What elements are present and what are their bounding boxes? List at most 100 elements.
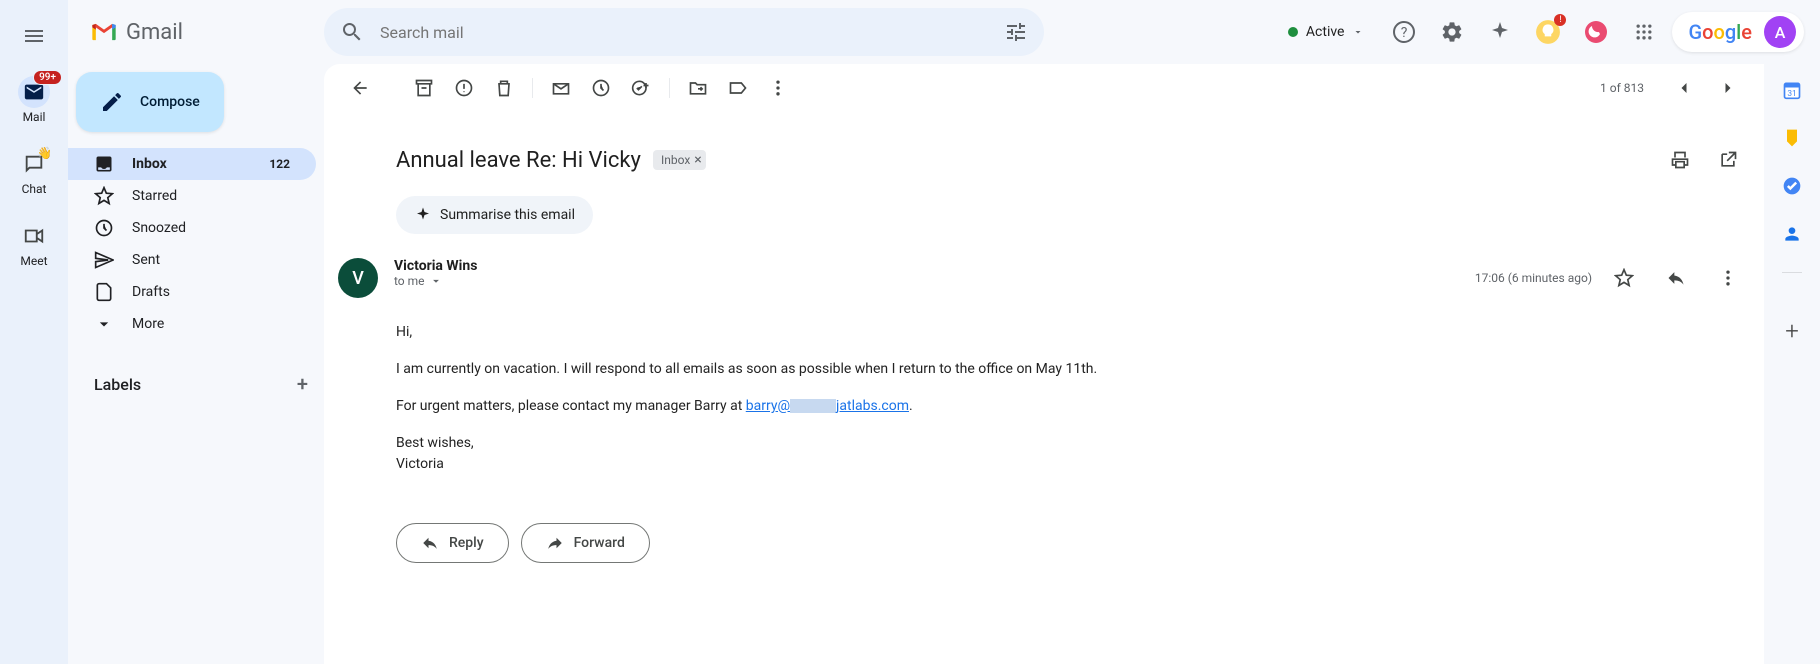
reply-label: Reply xyxy=(449,535,484,551)
forward-button[interactable]: Forward xyxy=(521,523,650,563)
svg-text:31: 31 xyxy=(1787,89,1796,99)
sender-avatar[interactable]: V xyxy=(338,258,378,298)
body-line2: For urgent matters, please contact my ma… xyxy=(396,396,1704,417)
popout-button[interactable] xyxy=(1708,140,1748,180)
gmail-logo-icon xyxy=(90,18,118,46)
summarise-label: Summarise this email xyxy=(440,207,575,223)
sidebar-label: Drafts xyxy=(132,284,170,300)
search-options-button[interactable] xyxy=(996,12,1036,52)
support-button[interactable]: ? xyxy=(1384,12,1424,52)
rail-meet[interactable]: Meet xyxy=(0,208,68,276)
add-label-button[interactable]: + xyxy=(297,372,308,396)
main-menu-button[interactable] xyxy=(10,12,58,60)
sender-row: V Victoria Wins to me 17:06 (6 minutes a… xyxy=(338,250,1764,306)
contacts-addon[interactable] xyxy=(1782,224,1802,244)
star-message-button[interactable] xyxy=(1604,258,1644,298)
report-icon xyxy=(454,78,474,98)
print-button[interactable] xyxy=(1660,140,1700,180)
logo-area[interactable]: Gmail xyxy=(78,18,316,46)
move-button[interactable] xyxy=(678,68,718,108)
to-text: to me xyxy=(394,274,425,288)
gear-icon xyxy=(1440,20,1464,44)
sidebar-item-inbox[interactable]: Inbox 122 xyxy=(68,148,316,180)
sidebar-item-drafts[interactable]: Drafts xyxy=(68,276,316,308)
sidebar-label: More xyxy=(132,316,164,332)
search-button[interactable] xyxy=(332,12,372,52)
pager-text: 1 of 813 xyxy=(1600,81,1644,95)
action-row: Reply Forward xyxy=(396,515,1764,571)
star-outline-icon xyxy=(1614,268,1634,288)
mark-unread-button[interactable] xyxy=(541,68,581,108)
chip-remove-button[interactable]: × xyxy=(694,152,701,168)
apps-button[interactable] xyxy=(1624,12,1664,52)
message-more-button[interactable] xyxy=(1708,258,1748,298)
archive-icon xyxy=(414,78,434,98)
arrow-back-icon xyxy=(350,78,370,98)
label-icon xyxy=(728,78,748,98)
inbox-count: 122 xyxy=(269,157,290,171)
contacts-button[interactable] xyxy=(1576,12,1616,52)
labels-button[interactable] xyxy=(718,68,758,108)
add-task-button[interactable] xyxy=(621,68,661,108)
account-chip[interactable]: Google A xyxy=(1672,12,1804,52)
prev-button[interactable] xyxy=(1664,68,1704,108)
body-line1: I am currently on vacation. I will respo… xyxy=(396,359,1704,380)
pencil-icon xyxy=(100,90,124,114)
summarise-button[interactable]: Summarise this email xyxy=(396,196,593,234)
labels-header: Labels + xyxy=(68,364,324,404)
compose-button[interactable]: Compose xyxy=(76,72,224,132)
label-chip[interactable]: Inbox × xyxy=(653,150,706,170)
redacted-text xyxy=(790,399,836,413)
gemini-button[interactable] xyxy=(1480,12,1520,52)
back-button[interactable] xyxy=(340,68,380,108)
tasks-addon[interactable] xyxy=(1782,176,1802,196)
message-pane: 1 of 813 Annual leave Re: Hi Vicky Inbox… xyxy=(324,64,1764,664)
next-button[interactable] xyxy=(1708,68,1748,108)
spam-button[interactable] xyxy=(444,68,484,108)
subject-text: Annual leave Re: Hi Vicky xyxy=(396,148,641,173)
labels-title: Labels xyxy=(94,375,141,394)
get-addons-button[interactable]: + xyxy=(1785,317,1799,345)
apps-grid-icon xyxy=(1634,22,1654,42)
calendar-addon[interactable]: 31 xyxy=(1782,80,1802,100)
contact-email-link[interactable]: barry@jatlabs.com xyxy=(746,398,909,414)
archive-button[interactable] xyxy=(404,68,444,108)
rail-meet-label: Meet xyxy=(20,254,47,268)
forward-icon xyxy=(546,534,564,552)
body-signature: Victoria xyxy=(396,454,1704,475)
rail-mail[interactable]: 99+ Mail xyxy=(0,64,68,132)
message-content: Annual leave Re: Hi Vicky Inbox × Summar… xyxy=(324,112,1764,591)
body-area: Compose Inbox 122 Starred Snoozed Sent xyxy=(68,64,1820,664)
trash-icon xyxy=(494,78,514,98)
settings-button[interactable] xyxy=(1432,12,1472,52)
sender-name[interactable]: Victoria Wins xyxy=(394,258,1459,274)
send-icon xyxy=(94,250,114,270)
rail-chat[interactable]: 👋 Chat xyxy=(0,136,68,204)
reply-button[interactable]: Reply xyxy=(396,523,509,563)
sparkle-icon xyxy=(414,206,432,224)
delete-button[interactable] xyxy=(484,68,524,108)
snooze-button[interactable] xyxy=(581,68,621,108)
search-bar xyxy=(324,8,1044,56)
reply-icon-button[interactable] xyxy=(1656,258,1696,298)
sidebar-item-starred[interactable]: Starred xyxy=(68,180,316,212)
search-input[interactable] xyxy=(372,23,996,42)
svg-text:?: ? xyxy=(1401,25,1408,41)
folder-move-icon xyxy=(688,78,708,98)
header-right: Active ? ! Google A xyxy=(1276,12,1812,52)
sidebar-item-sent[interactable]: Sent xyxy=(68,244,316,276)
sidebar-item-snoozed[interactable]: Snoozed xyxy=(68,212,316,244)
dropdown-icon xyxy=(429,274,443,288)
status-selector[interactable]: Active xyxy=(1276,18,1377,46)
more-button[interactable] xyxy=(758,68,798,108)
notification-button[interactable]: ! xyxy=(1528,12,1568,52)
email-body: Hi, I am currently on vacation. I will r… xyxy=(396,306,1764,515)
more-vert-icon xyxy=(768,78,788,98)
hamburger-icon xyxy=(22,24,46,48)
avatar[interactable]: A xyxy=(1764,16,1796,48)
chevron-down-icon xyxy=(94,314,114,334)
recipient-dropdown[interactable]: to me xyxy=(394,274,1459,288)
keep-addon[interactable] xyxy=(1782,128,1802,148)
reply-icon xyxy=(1666,268,1686,288)
sidebar-item-more[interactable]: More xyxy=(68,308,316,340)
